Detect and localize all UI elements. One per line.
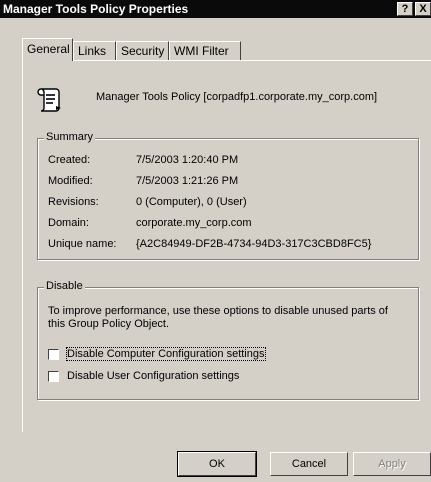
unique-name-label: Unique name:: [48, 238, 117, 250]
revisions-label: Revisions:: [48, 196, 99, 208]
disable-user-label[interactable]: Disable User Configuration settings: [67, 370, 239, 382]
disable-legend: Disable: [44, 280, 85, 292]
disable-computer-option[interactable]: Disable Computer Configuration settings: [48, 347, 266, 361]
tab-links[interactable]: Links: [73, 41, 116, 60]
disable-user-option[interactable]: Disable User Configuration settings: [48, 370, 239, 382]
modified-label: Modified:: [48, 175, 93, 187]
unique-name-value: {A2C84949-DF2B-4734-94D3-317C3CBD8FC5}: [136, 238, 372, 250]
modified-value: 7/5/2003 1:21:26 PM: [136, 175, 239, 187]
help-button[interactable]: ?: [397, 2, 413, 16]
tab-security[interactable]: Security: [116, 41, 169, 60]
policy-name: Manager Tools Policy [corpadfp1.corporat…: [96, 91, 378, 103]
tab-general[interactable]: General: [22, 38, 73, 61]
policy-scroll-icon: [37, 88, 61, 112]
properties-dialog: Manager Tools Policy Properties ? X Gene…: [0, 0, 431, 482]
disable-description: To improve performance, use these option…: [48, 305, 388, 330]
apply-button[interactable]: Apply: [353, 452, 431, 476]
created-label: Created:: [48, 154, 91, 166]
title-bar: Manager Tools Policy Properties ? X: [0, 0, 431, 18]
tab-wmi-filter[interactable]: WMI Filter: [169, 41, 241, 60]
domain-label: Domain:: [48, 217, 89, 229]
ok-button[interactable]: OK: [177, 451, 257, 477]
window-title: Manager Tools Policy Properties: [3, 2, 189, 16]
domain-value: corporate.my_corp.com: [136, 217, 252, 229]
close-button[interactable]: X: [415, 2, 431, 16]
disable-group: Disable: [37, 280, 419, 400]
disable-computer-label[interactable]: Disable Computer Configuration settings: [66, 347, 266, 361]
cancel-button[interactable]: Cancel: [270, 452, 348, 476]
created-value: 7/5/2003 1:20:40 PM: [136, 154, 239, 166]
disable-user-checkbox[interactable]: [48, 370, 59, 382]
revisions-value: 0 (Computer), 0 (User): [136, 196, 247, 208]
summary-legend: Summary: [44, 131, 96, 143]
disable-computer-checkbox[interactable]: [48, 348, 59, 360]
